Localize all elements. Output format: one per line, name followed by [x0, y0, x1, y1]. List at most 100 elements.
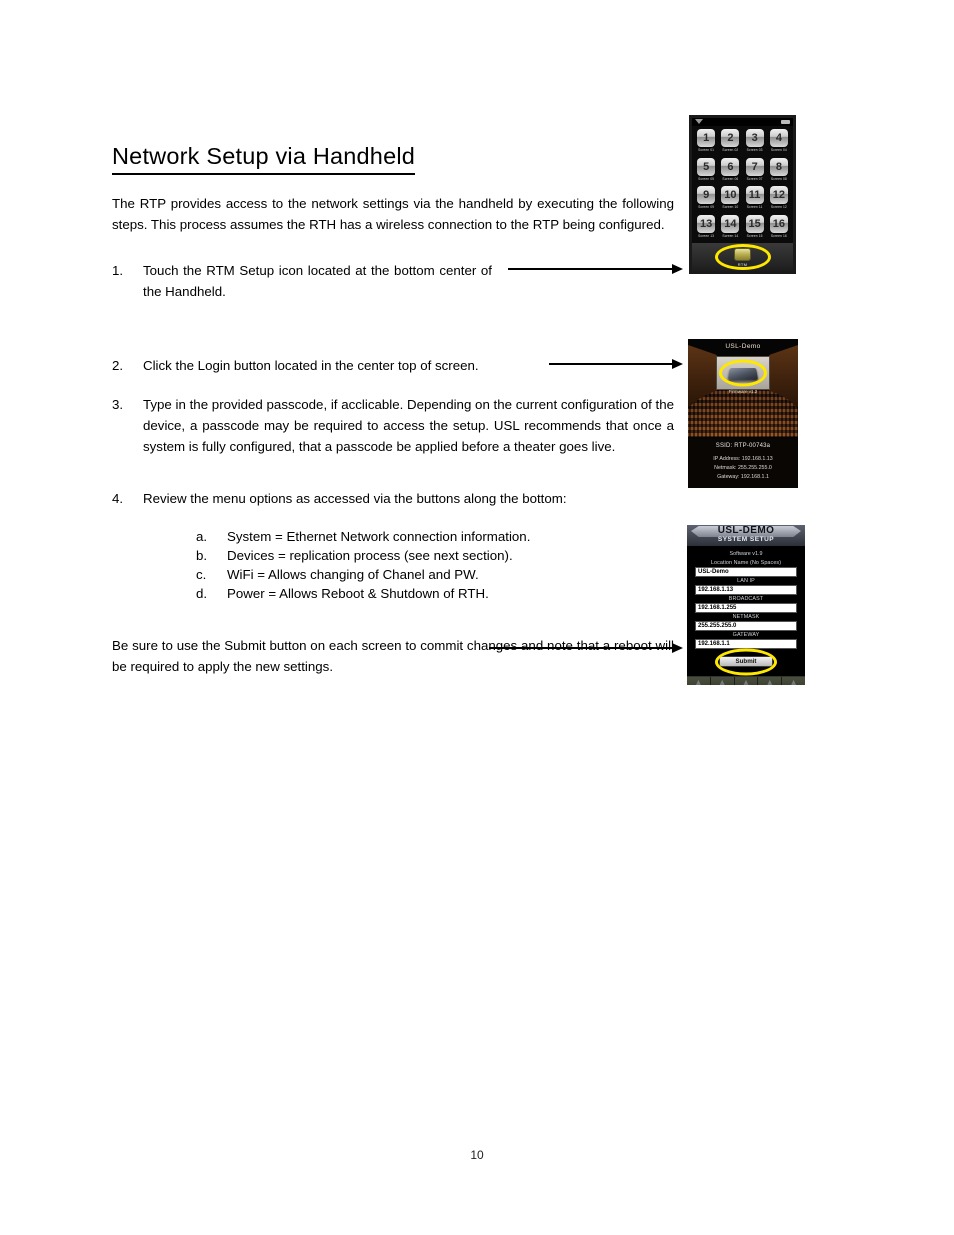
screen-icon-label: Screen 07 — [746, 176, 763, 181]
screen-icon: 11 — [745, 186, 764, 204]
list-item-substep-c: c. WiFi = Allows changing of Chanel and … — [196, 565, 530, 584]
network-info-panel: SSID: RTP-00743a IP Address: 192.168.1.1… — [688, 439, 798, 488]
substep-list: a. System = Ethernet Network connection … — [196, 527, 530, 603]
app-icon-cell[interactable]: 4 Screen 04 — [767, 129, 791, 158]
step-number: 2. — [112, 358, 124, 373]
app-icon-cell[interactable]: 5 Screen 05 — [694, 157, 718, 187]
field-label-lan-ip: LAN IP — [737, 578, 755, 584]
arrow-shaft — [508, 268, 672, 270]
power-icon — [763, 680, 776, 685]
page-title: Network Setup via Handheld — [112, 143, 416, 175]
page-number: 10 — [470, 1148, 484, 1162]
screen-icon: 7 — [745, 157, 764, 176]
step-text: Type in the provided passcode, if acclic… — [143, 397, 674, 454]
setup-title: USL-DEMO — [717, 525, 775, 536]
battery-icon — [781, 120, 790, 124]
arrow-shaft — [549, 363, 672, 365]
app-icon-cell[interactable]: 15 Screen 15 — [743, 214, 767, 244]
substep-letter: b. — [196, 548, 208, 563]
tab-device[interactable]: Device — [711, 677, 735, 685]
app-icon-cell[interactable]: 11 Screen 11 — [743, 186, 767, 215]
screen-icon: 1 — [697, 129, 716, 147]
substep-letter: d. — [196, 586, 208, 601]
device-icon — [716, 680, 729, 685]
screen-icon: 8 — [769, 157, 788, 176]
dock: RTM — [692, 243, 793, 271]
app-icon-cell[interactable]: 3 Screen 03 — [743, 129, 767, 158]
substep-text: Devices = replication process (see next … — [227, 548, 513, 563]
screen-icon: 10 — [721, 186, 740, 204]
arrow-right-icon — [508, 264, 683, 274]
screenshot-springboard: 1 Screen 01 2 Screen 02 3 Screen 03 4 Screen… — [689, 115, 796, 274]
arrow-right-icon — [549, 359, 683, 369]
broadcast-input[interactable]: 192.168.1.255 — [695, 603, 797, 613]
intro-paragraph: The RTP provides access to the network s… — [112, 196, 674, 233]
gateway-input[interactable]: 192.168.1.1 — [695, 639, 797, 649]
netmask-text: Netmask: 255.255.255.0 — [714, 465, 772, 471]
login-frame: USL-Demo Firmware v1.2 SSID: RTP-00743a … — [688, 339, 798, 488]
screen-icon: 9 — [697, 186, 716, 204]
screen-icon-label: Screen 01 — [698, 148, 715, 152]
substep-text: System = Ethernet Network connection inf… — [227, 529, 531, 544]
tab-power[interactable]: Power — [758, 677, 783, 685]
list-item-step-4: 4. Review the menu options as accessed v… — [112, 488, 672, 509]
field-label-location-name: Location Name (No Spaces) — [710, 560, 782, 566]
app-icon-cell[interactable]: 2 Screen 02 — [718, 129, 742, 158]
app-icon-cell[interactable]: 9 Screen 09 — [694, 186, 718, 215]
screen-icon-label: Screen 09 — [698, 205, 715, 209]
app-icon-cell[interactable]: 10 Screen 10 — [718, 186, 742, 215]
screen-icon: 12 — [769, 186, 788, 204]
screen-icon-label: Screen 10 — [722, 205, 739, 209]
screen-icon-label: Screen 11 — [746, 205, 763, 209]
screen-icon: 5 — [697, 157, 716, 176]
arrow-head — [672, 643, 683, 653]
app-icon-cell[interactable]: 13 Screen 13 — [694, 214, 718, 244]
wifi-icon — [695, 119, 703, 124]
step-number: 1. — [112, 263, 124, 278]
system-icon — [692, 680, 705, 685]
tab-wifi[interactable]: WiFi — [735, 677, 759, 685]
step-number: 4. — [112, 491, 124, 506]
substep-text: Power = Allows Reboot & Shutdown of RTH. — [227, 586, 489, 601]
highlight-ellipse — [714, 244, 771, 270]
screen-icon-label: Screen 03 — [746, 148, 763, 152]
step-number: 3. — [112, 397, 124, 412]
netmask-input[interactable]: 255.255.255.0 — [695, 621, 797, 631]
tab-system[interactable]: System — [687, 677, 711, 685]
location-name-input[interactable]: USL-Demo — [695, 567, 797, 577]
submit-area: Submit — [695, 648, 797, 676]
icon-grid: 1 Screen 01 2 Screen 02 3 Screen 03 4 Screen… — [692, 126, 793, 243]
substep-letter: a. — [196, 529, 208, 544]
app-icon-cell[interactable]: 1 Screen 01 — [694, 129, 718, 158]
app-icon-cell[interactable]: 8 Screen 08 — [767, 157, 791, 187]
arrow-head — [672, 264, 683, 274]
login-title: USL-Demo — [725, 343, 761, 350]
tab-exit[interactable]: Exit — [782, 677, 805, 685]
screen-icon-label: Screen 13 — [698, 233, 715, 238]
list-item-step-2: 2. Click the Login button located in the… — [112, 355, 552, 376]
exit-icon — [787, 680, 800, 685]
lan-ip-input[interactable]: 192.168.1.13 — [695, 585, 797, 595]
highlight-ellipse — [719, 359, 767, 387]
closing-paragraph: Be sure to use the Submit button on each… — [112, 638, 674, 675]
setup-tab-bar: System Device WiFi Power Exit — [687, 676, 805, 685]
screen-icon-label: Screen 04 — [770, 148, 787, 152]
handheld-frame: 1 Screen 01 2 Screen 02 3 Screen 03 4 Screen… — [689, 115, 796, 274]
app-icon-cell[interactable]: 12 Screen 12 — [767, 186, 791, 215]
screen-icon: 14 — [721, 214, 740, 233]
screen-icon: 6 — [721, 157, 740, 176]
highlight-ellipse — [715, 648, 777, 676]
list-item-step-1: 1. Touch the RTM Setup icon located at t… — [112, 260, 492, 302]
ssid-text: SSID: RTP-00743a — [715, 443, 771, 449]
step-text: Review the menu options as accessed via … — [143, 491, 567, 506]
screen-icon-label: Screen 05 — [698, 176, 715, 181]
theater-photo: USL-Demo Firmware v1.2 — [688, 339, 798, 437]
app-icon-cell[interactable]: 16 Screen 16 — [767, 214, 791, 244]
substep-letter: c. — [196, 567, 207, 582]
device-label: Firmware v1.2 — [728, 389, 758, 394]
app-icon-cell[interactable]: 7 Screen 07 — [743, 157, 767, 187]
app-icon-cell[interactable]: 14 Screen 14 — [718, 214, 742, 244]
software-version: Software v1.9 — [729, 551, 763, 557]
screen-icon: 2 — [721, 129, 740, 147]
app-icon-cell[interactable]: 6 Screen 06 — [718, 157, 742, 187]
